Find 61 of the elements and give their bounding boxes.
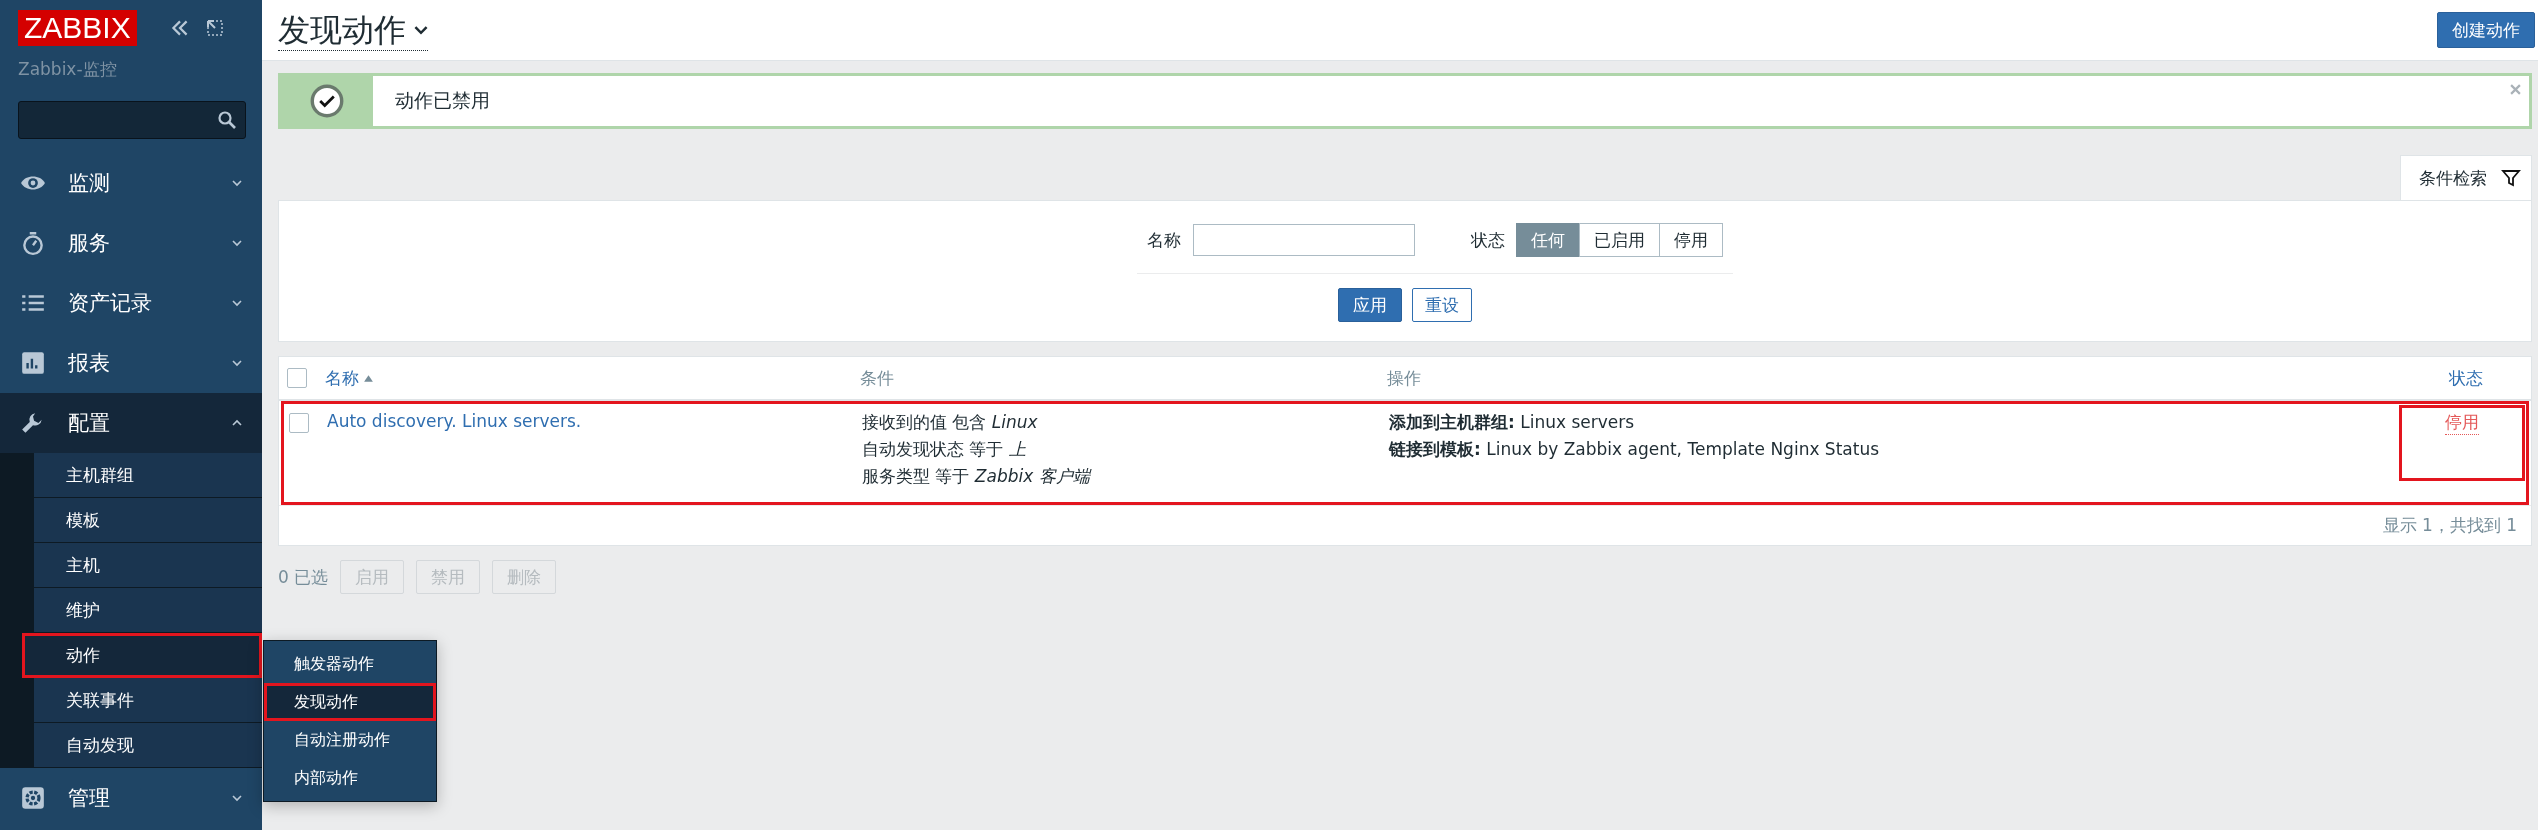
logo[interactable]: ZABBIX bbox=[18, 10, 137, 46]
page-title[interactable]: 发现动作 bbox=[278, 9, 428, 51]
menu-item[interactable]: 资产记录 bbox=[0, 273, 262, 333]
chart-icon bbox=[20, 350, 46, 376]
popup-menu-item[interactable]: 自动注册动作 bbox=[264, 721, 436, 759]
check-icon bbox=[310, 84, 344, 118]
condition-text: 接收到的值 包含 Linux bbox=[862, 411, 1039, 434]
menu-item[interactable]: 报表 bbox=[0, 333, 262, 393]
row-checkbox[interactable] bbox=[289, 413, 309, 433]
status-option[interactable]: 停用 bbox=[1659, 223, 1723, 257]
menu-item[interactable]: 配置 bbox=[0, 393, 262, 453]
filter-icon bbox=[2501, 168, 2521, 188]
results-count: 显示 1，共找到 1 bbox=[2382, 514, 2517, 537]
popup-menu-item[interactable]: 发现动作 bbox=[264, 683, 436, 721]
chevron-icon bbox=[232, 238, 242, 248]
sort-ascending-icon bbox=[363, 372, 374, 384]
submenu-item[interactable]: 动作 bbox=[22, 633, 262, 678]
condition-text: 服务类型 等于 Zabbix 客户端 bbox=[862, 465, 1093, 488]
chevron-icon bbox=[232, 793, 242, 803]
status-link[interactable]: 停用 bbox=[2445, 411, 2479, 435]
field-label: 状态 bbox=[1471, 228, 1505, 252]
fullscreen-icon[interactable] bbox=[204, 18, 225, 38]
gear-icon bbox=[20, 785, 46, 811]
chevron-icon bbox=[232, 358, 242, 368]
submenu-item[interactable]: 模板 bbox=[34, 498, 262, 543]
column-header[interactable]: 操作 bbox=[1387, 366, 2401, 390]
condition-text: 自动发现状态 等于 上 bbox=[862, 438, 1027, 461]
popup-menu-item[interactable]: 内部动作 bbox=[264, 759, 436, 797]
submenu-item[interactable]: 主机 bbox=[34, 543, 262, 588]
operation-text: 链接到模板: Linux by Zabbix agent, Template Nginx Status bbox=[1389, 438, 1881, 461]
chevron-icon bbox=[232, 298, 242, 308]
submenu-item[interactable]: 关联事件 bbox=[34, 678, 262, 723]
popup-menu-item[interactable]: 触发器动作 bbox=[264, 645, 436, 683]
name-input-field[interactable] bbox=[1193, 224, 1415, 256]
status-option[interactable]: 已启用 bbox=[1579, 223, 1660, 257]
search-field[interactable] bbox=[18, 101, 246, 139]
column-header[interactable]: 状态 bbox=[2401, 366, 2531, 390]
submenu-item[interactable]: 自动发现 bbox=[34, 723, 262, 768]
close-icon[interactable] bbox=[2510, 84, 2521, 95]
submenu-item[interactable]: 主机群组 bbox=[34, 453, 262, 498]
chevron-icon bbox=[232, 418, 242, 428]
field-label: 名称 bbox=[1147, 228, 1181, 252]
select-all-checkbox[interactable] bbox=[287, 368, 307, 388]
action-name-link[interactable]: Auto discovery. Linux servers. bbox=[327, 411, 582, 431]
reset-button[interactable]: 重设 bbox=[1412, 288, 1472, 322]
filter-tab[interactable]: 条件检索 bbox=[2400, 155, 2532, 200]
column-header[interactable]: 条件 bbox=[860, 366, 1387, 390]
create-action-button[interactable]: 创建动作 bbox=[2437, 12, 2535, 48]
search-icon[interactable] bbox=[217, 110, 237, 130]
selected-count: 0 已选 bbox=[278, 565, 329, 589]
menu-item[interactable]: 监测 bbox=[0, 153, 262, 213]
menu-item[interactable]: 服务 bbox=[0, 213, 262, 273]
menu-item[interactable]: 管理 bbox=[0, 768, 262, 828]
chevron-icon bbox=[232, 178, 242, 188]
message-text: 动作已禁用 bbox=[395, 88, 490, 113]
operation-text: 添加到主机群组: Linux servers bbox=[1389, 411, 1636, 434]
submenu-item[interactable]: 维护 bbox=[34, 588, 262, 633]
stopwatch-icon bbox=[20, 230, 46, 256]
server-name: Zabbix-监控 bbox=[17, 58, 118, 81]
apply-button[interactable]: 应用 bbox=[1338, 288, 1402, 322]
column-header[interactable]: 名称 bbox=[325, 366, 860, 390]
